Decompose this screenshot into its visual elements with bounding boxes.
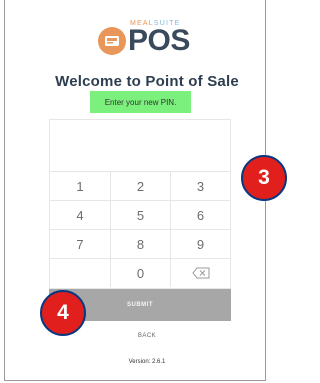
key-8[interactable]: 8: [110, 229, 170, 258]
page-title: Welcome to Point of Sale: [55, 73, 239, 90]
key-0[interactable]: 0: [110, 258, 170, 287]
key-7[interactable]: 7: [50, 229, 110, 258]
key-4[interactable]: 4: [50, 200, 110, 229]
pin-display: [50, 120, 230, 171]
backspace-key[interactable]: [170, 258, 230, 287]
back-link[interactable]: BACK: [0, 333, 294, 339]
key-6[interactable]: 6: [170, 200, 230, 229]
key-2[interactable]: 2: [110, 171, 170, 200]
keypad-grid: 1 2 3 4 5 6 7 8 9 0: [50, 171, 230, 288]
pin-pad: 1 2 3 4 5 6 7 8 9 0: [49, 119, 231, 289]
brand-logo: MEALSUITE POS: [97, 20, 207, 60]
callout-badge-4: 4: [40, 290, 86, 336]
callout-badge-3: 3: [241, 155, 287, 201]
key-1[interactable]: 1: [50, 171, 110, 200]
backspace-icon: [191, 267, 209, 279]
pos-logo-icon: [98, 27, 126, 55]
instruction-banner: Enter your new PIN.: [90, 91, 191, 113]
brand-product-name: POS: [128, 24, 190, 57]
version-label: Version: 2.6.1: [128, 359, 166, 365]
key-empty: [50, 258, 110, 287]
key-5[interactable]: 5: [110, 200, 170, 229]
key-9[interactable]: 9: [170, 229, 230, 258]
key-3[interactable]: 3: [170, 171, 230, 200]
